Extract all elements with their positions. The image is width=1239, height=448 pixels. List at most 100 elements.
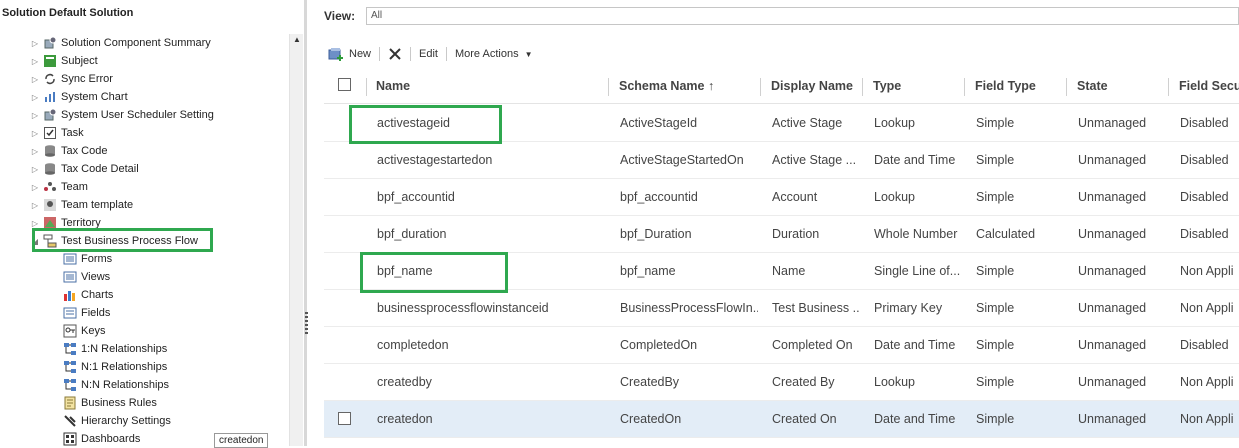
expand-arrow-icon[interactable]: ▷ bbox=[30, 93, 40, 102]
tree-item-team[interactable]: ▷ Team bbox=[30, 178, 88, 196]
subtree-item-views[interactable]: Views bbox=[63, 268, 110, 286]
cell-display-name: Active Stage bbox=[772, 116, 843, 130]
subtree-item-dashboards[interactable]: Dashboards bbox=[63, 430, 140, 446]
tree-item-tax-code-detail[interactable]: ▷ Tax Code Detail bbox=[30, 160, 139, 178]
cell-type: Date and Time bbox=[874, 338, 956, 352]
cell-type: Date and Time bbox=[874, 412, 956, 426]
cell-type: Whole Number bbox=[874, 227, 958, 241]
edit-button[interactable]: Edit bbox=[415, 43, 442, 65]
column-header-schema-name[interactable]: Schema Name ↑ bbox=[619, 68, 714, 104]
cell-name: createdon bbox=[377, 412, 433, 426]
subtree-item-label: Forms bbox=[81, 253, 113, 265]
tree-item-system-chart[interactable]: ▷ System Chart bbox=[30, 88, 128, 106]
select-all-checkbox[interactable] bbox=[338, 78, 351, 91]
subtree-item-keys[interactable]: Keys bbox=[63, 322, 105, 340]
table-row[interactable]: createdby CreatedBy Created By Lookup Simple… bbox=[324, 364, 1239, 401]
expand-arrow-icon[interactable]: ▷ bbox=[30, 219, 40, 228]
column-header-field-security[interactable]: Field Secu bbox=[1179, 68, 1239, 104]
cell-field-type: Simple bbox=[976, 116, 1015, 130]
subtree-item-many-to-one[interactable]: N:1 Relationships bbox=[63, 358, 167, 376]
subtree-item-label: Keys bbox=[81, 325, 106, 337]
cell-display-name: Created By bbox=[772, 375, 835, 389]
subtree-item-label: Dashboards bbox=[81, 433, 141, 445]
column-header-type[interactable]: Type bbox=[873, 68, 901, 104]
schema-name-label: Schema Name bbox=[619, 79, 705, 93]
column-divider bbox=[1168, 78, 1169, 96]
cell-field-security: Non Appli bbox=[1180, 375, 1234, 389]
cell-field-type: Simple bbox=[976, 190, 1015, 204]
tree-item-subject[interactable]: ▷ Subject bbox=[30, 52, 98, 70]
column-header-name[interactable]: Name bbox=[376, 68, 410, 104]
column-header-state[interactable]: State bbox=[1077, 68, 1108, 104]
expand-arrow-icon[interactable]: ▷ bbox=[30, 129, 40, 138]
tree-item-team-template[interactable]: ▷ Team template bbox=[30, 196, 133, 214]
expand-arrow-icon[interactable]: ▷ bbox=[30, 75, 40, 84]
cell-type: Primary Key bbox=[874, 301, 943, 315]
tree-item-solution-component-summary[interactable]: ▷ Solution Component Summary bbox=[30, 34, 211, 52]
cell-display-name: Test Business ... bbox=[772, 301, 860, 315]
subtree-item-business-rules[interactable]: Business Rules bbox=[63, 394, 157, 412]
tree-item-label: Team bbox=[61, 181, 88, 193]
cell-schema-name: CreatedBy bbox=[620, 375, 680, 389]
tree-item-tax-code[interactable]: ▷ Tax Code bbox=[30, 142, 108, 160]
table-row[interactable]: createdon CreatedOn Created On Date and Tim… bbox=[324, 401, 1239, 438]
table-row[interactable]: bpf_duration bpf_Duration Duration Whole Nu… bbox=[324, 216, 1239, 253]
cell-field-security: Non Appli bbox=[1180, 264, 1234, 278]
dropdown-arrow-icon: ▼ bbox=[524, 49, 533, 59]
tree-item-scheduler-setting[interactable]: ▷ System User Scheduler Setting bbox=[30, 106, 214, 124]
cell-display-name: Completed On bbox=[772, 338, 853, 352]
expand-arrow-icon[interactable]: ▷ bbox=[30, 39, 40, 48]
table-row[interactable]: bpf_accountid bpf_accountid Account Lookup S… bbox=[324, 179, 1239, 216]
more-actions-button[interactable]: More Actions ▼ bbox=[451, 43, 537, 65]
cell-name: completedon bbox=[377, 338, 449, 352]
expand-arrow-icon[interactable]: ▷ bbox=[30, 201, 40, 210]
tree-item-task[interactable]: ▷ Task bbox=[30, 124, 84, 142]
subtree-item-forms[interactable]: Forms bbox=[63, 250, 112, 268]
cell-schema-name: BusinessProcessFlowIn... bbox=[620, 301, 758, 315]
cell-field-type: Simple bbox=[976, 412, 1015, 426]
column-header-display-name[interactable]: Display Name bbox=[771, 68, 853, 104]
views-icon bbox=[63, 270, 77, 284]
cell-type: Lookup bbox=[874, 116, 916, 130]
expand-arrow-icon[interactable]: ▷ bbox=[30, 57, 40, 66]
one-to-many-icon bbox=[63, 342, 77, 356]
cell-type: Lookup bbox=[874, 190, 916, 204]
table-row[interactable]: activestagestartedon ActiveStageStartedOn… bbox=[324, 142, 1239, 179]
table-row[interactable]: businessprocessflowinstanceid BusinessPro… bbox=[324, 290, 1239, 327]
expand-arrow-icon[interactable]: ▷ bbox=[30, 147, 40, 156]
cell-schema-name: CreatedOn bbox=[620, 412, 682, 426]
tree-item-sync-error[interactable]: ▷ Sync Error bbox=[30, 70, 113, 88]
tax-code-detail-icon bbox=[43, 162, 57, 176]
subtree-item-many-to-many[interactable]: N:N Relationships bbox=[63, 376, 169, 394]
tree-item-label: Subject bbox=[61, 55, 98, 67]
pane-splitter[interactable] bbox=[304, 0, 307, 446]
tree-item-label: Tax Code Detail bbox=[61, 163, 139, 175]
view-label: View: bbox=[324, 9, 356, 23]
tree-scrollbar[interactable]: ▲ bbox=[289, 34, 303, 446]
column-header-field-type[interactable]: Field Type bbox=[975, 68, 1036, 104]
cell-field-security: Disabled bbox=[1180, 153, 1229, 167]
cell-field-type: Simple bbox=[976, 338, 1015, 352]
scroll-up-icon[interactable]: ▲ bbox=[291, 34, 303, 46]
delete-button[interactable] bbox=[384, 43, 406, 65]
subtree-item-one-to-many[interactable]: 1:N Relationships bbox=[63, 340, 167, 358]
view-selector[interactable]: All bbox=[366, 7, 1239, 25]
expand-arrow-icon[interactable]: ▷ bbox=[30, 111, 40, 120]
cell-name: businessprocessflowinstanceid bbox=[377, 301, 549, 315]
cell-field-security: Disabled bbox=[1180, 227, 1229, 241]
bpf-name-highlight bbox=[360, 252, 508, 293]
table-row[interactable]: completedon CompletedOn Completed On Date a… bbox=[324, 327, 1239, 364]
column-divider bbox=[964, 78, 965, 96]
cell-field-type: Calculated bbox=[976, 227, 1036, 241]
expand-arrow-icon[interactable]: ▷ bbox=[30, 183, 40, 192]
subtree-item-charts[interactable]: Charts bbox=[63, 286, 113, 304]
new-button[interactable]: New bbox=[324, 43, 375, 65]
edit-label: Edit bbox=[419, 48, 438, 60]
row-checkbox[interactable] bbox=[338, 412, 351, 425]
system-chart-icon bbox=[43, 90, 57, 104]
subtree-item-hierarchy-settings[interactable]: Hierarchy Settings bbox=[63, 412, 171, 430]
expand-arrow-icon[interactable]: ▷ bbox=[30, 165, 40, 174]
tree-item-label: System User Scheduler Setting bbox=[61, 109, 214, 121]
subtree-item-fields[interactable]: Fields bbox=[63, 304, 110, 322]
tree-item-label: System Chart bbox=[61, 91, 128, 103]
